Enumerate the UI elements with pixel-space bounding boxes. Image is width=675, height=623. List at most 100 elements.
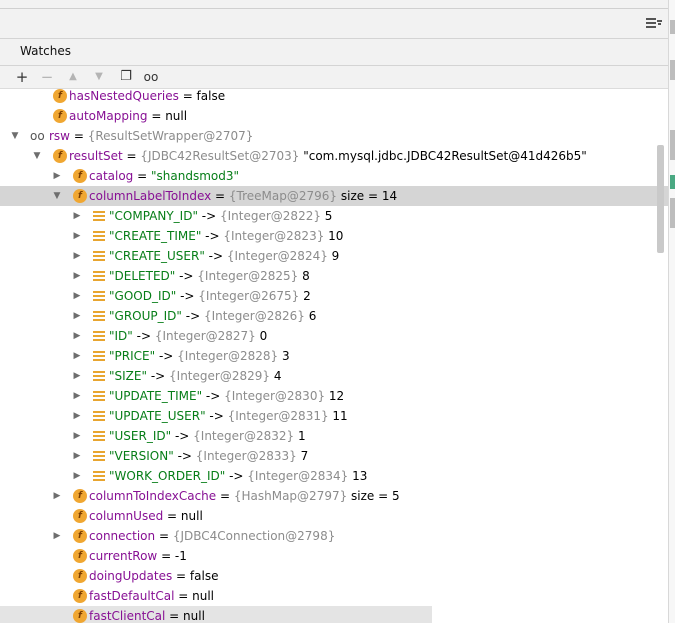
map-entry-row[interactable]: ▶ "DELETED" -> {Integer@2825} 8 xyxy=(0,266,668,286)
map-arrow: -> xyxy=(176,289,199,303)
chevron-right-icon[interactable]: ▶ xyxy=(71,346,83,366)
tree-row[interactable]: f autoMapping = null xyxy=(0,106,668,126)
chevron-right-icon[interactable]: ▶ xyxy=(71,366,83,386)
tree-row[interactable]: f currentRow = -1 xyxy=(0,546,668,566)
object-ref: {Integer@2827} xyxy=(154,329,256,343)
chevron-right-icon[interactable]: ▶ xyxy=(71,446,83,466)
object-ref: {Integer@2823} xyxy=(223,229,325,243)
map-entry-row[interactable]: ▶ "ID" -> {Integer@2827} 0 xyxy=(0,326,668,346)
tree-row[interactable]: ▼ oo rsw = {ResultSetWrapper@2707} xyxy=(0,126,668,146)
map-entry-row[interactable]: ▶ "WORK_ORDER_ID" -> {Integer@2834} 13 xyxy=(0,466,668,486)
map-entry-row[interactable]: ▶ "SIZE" -> {Integer@2829} 4 xyxy=(0,366,668,386)
field-icon: f xyxy=(73,549,87,563)
map-entry-row[interactable]: ▶ "USER_ID" -> {Integer@2832} 1 xyxy=(0,426,668,446)
field-icon: f xyxy=(53,89,67,103)
chevron-right-icon[interactable]: ▶ xyxy=(71,426,83,446)
field-name: doingUpdates xyxy=(89,569,173,583)
map-entry-icon xyxy=(93,431,105,441)
tree-row[interactable]: f hasNestedQueries = false xyxy=(0,88,668,106)
map-entry-row[interactable]: ▶ "PRICE" -> {Integer@2828} 3 xyxy=(0,346,668,366)
map-value: 4 xyxy=(270,369,282,383)
chevron-right-icon[interactable]: ▶ xyxy=(71,266,83,286)
chevron-right-icon[interactable]: ▶ xyxy=(71,306,83,326)
field-value: = xyxy=(216,489,234,503)
field-icon: f xyxy=(73,489,87,503)
map-entry-row[interactable]: ▶ "CREATE_USER" -> {Integer@2824} 9 xyxy=(0,246,668,266)
field-name: rsw xyxy=(49,129,70,143)
tree-row[interactable]: f fastClientCal = null xyxy=(0,606,432,623)
map-entry-icon xyxy=(93,351,105,361)
map-entry-row[interactable]: ▶ "VERSION" -> {Integer@2833} 7 xyxy=(0,446,668,466)
tree-row-selected[interactable]: ▼ f columnLabelToIndex = {TreeMap@2796} … xyxy=(0,186,668,206)
tree-row[interactable]: ▶ f connection = {JDBC4Connection@2798} xyxy=(0,526,668,546)
tree-row[interactable]: f doingUpdates = false xyxy=(0,566,668,586)
tree-scrollbar-thumb[interactable] xyxy=(657,145,664,253)
chevron-right-icon[interactable]: ▶ xyxy=(71,286,83,306)
field-value: = xyxy=(122,149,141,163)
chevron-right-icon[interactable]: ▶ xyxy=(51,166,63,186)
arrow-up-icon[interactable]: ▲ xyxy=(64,68,82,86)
field-value: = xyxy=(133,169,151,183)
chevron-right-icon[interactable]: ▶ xyxy=(51,526,63,546)
map-value: 12 xyxy=(325,389,345,403)
watches-header: Watches xyxy=(0,39,668,66)
field-icon: f xyxy=(73,529,87,543)
map-entry-row[interactable]: ▶ "GROUP_ID" -> {Integer@2826} 6 xyxy=(0,306,668,326)
string-value: "shandsmod3" xyxy=(151,169,240,183)
map-value: 7 xyxy=(296,449,309,463)
map-value: 6 xyxy=(304,309,317,323)
tree-row[interactable]: ▶ f columnToIndexCache = {HashMap@2797} … xyxy=(0,486,668,506)
map-value: 5 xyxy=(320,209,333,223)
map-entry-row[interactable]: ▶ "UPDATE_USER" -> {Integer@2831} 11 xyxy=(0,406,668,426)
object-ref: {Integer@2831} xyxy=(227,409,329,423)
map-value: 2 xyxy=(299,289,311,303)
plus-icon[interactable]: + xyxy=(13,68,31,86)
watches-tree: f hasNestedQueries = false f autoMapping… xyxy=(0,88,668,623)
copy-icon[interactable]: ❐ xyxy=(117,68,135,86)
map-value: 0 xyxy=(255,329,268,343)
map-arrow: -> xyxy=(205,409,228,423)
chevron-right-icon[interactable]: ▶ xyxy=(71,326,83,346)
object-ref: {Integer@2830} xyxy=(224,389,326,403)
map-entry-row[interactable]: ▶ "COMPANY_ID" -> {Integer@2822} 5 xyxy=(0,206,668,226)
watch-glasses-icon: oo xyxy=(30,129,45,143)
side-mark xyxy=(670,175,675,189)
tree-row[interactable]: ▶ f catalog = "shandsmod3" xyxy=(0,166,668,186)
minus-icon[interactable]: − xyxy=(38,68,56,86)
map-entry-icon xyxy=(93,451,105,461)
tree-row[interactable]: f fastDefaultCal = null xyxy=(0,586,668,606)
object-ref: {Integer@2834} xyxy=(247,469,349,483)
tree-row[interactable]: f columnUsed = null xyxy=(0,506,668,526)
field-icon: f xyxy=(53,109,67,123)
chevron-down-icon[interactable]: ▼ xyxy=(51,186,63,206)
map-entry-row[interactable]: ▶ "UPDATE_TIME" -> {Integer@2830} 12 xyxy=(0,386,668,406)
field-value: = false xyxy=(178,89,226,103)
chevron-right-icon[interactable]: ▶ xyxy=(71,206,83,226)
layout-settings-icon[interactable] xyxy=(646,15,662,31)
chevron-down-icon[interactable]: ▼ xyxy=(9,126,21,146)
chevron-down-icon[interactable]: ▼ xyxy=(31,146,43,166)
tree-row[interactable]: ▼ f resultSet = {JDBC42ResultSet@2703} "… xyxy=(0,146,668,166)
object-ref: {JDBC4Connection@2798} xyxy=(172,529,336,543)
chevron-right-icon[interactable]: ▶ xyxy=(51,486,63,506)
chevron-right-icon[interactable]: ▶ xyxy=(71,406,83,426)
arrow-down-icon[interactable]: ▼ xyxy=(90,68,108,86)
map-entry-icon xyxy=(93,291,105,301)
side-strip xyxy=(668,0,675,623)
chevron-right-icon[interactable]: ▶ xyxy=(71,386,83,406)
map-value: 8 xyxy=(298,269,310,283)
glasses-icon[interactable]: oo xyxy=(142,68,160,86)
chevron-right-icon[interactable]: ▶ xyxy=(71,226,83,246)
field-name: columnLabelToIndex xyxy=(89,189,212,203)
chevron-right-icon[interactable]: ▶ xyxy=(71,246,83,266)
field-name: resultSet xyxy=(69,149,123,163)
chevron-right-icon[interactable]: ▶ xyxy=(71,466,83,486)
map-arrow: -> xyxy=(225,469,248,483)
map-entry-row[interactable]: ▶ "GOOD_ID" -> {Integer@2675} 2 xyxy=(0,286,668,306)
map-arrow: -> xyxy=(171,429,194,443)
object-ref: {Integer@2826} xyxy=(203,309,305,323)
map-entry-row[interactable]: ▶ "CREATE_TIME" -> {Integer@2823} 10 xyxy=(0,226,668,246)
map-arrow: -> xyxy=(202,389,225,403)
field-name: hasNestedQueries xyxy=(69,89,179,103)
field-value: = null xyxy=(163,509,203,523)
